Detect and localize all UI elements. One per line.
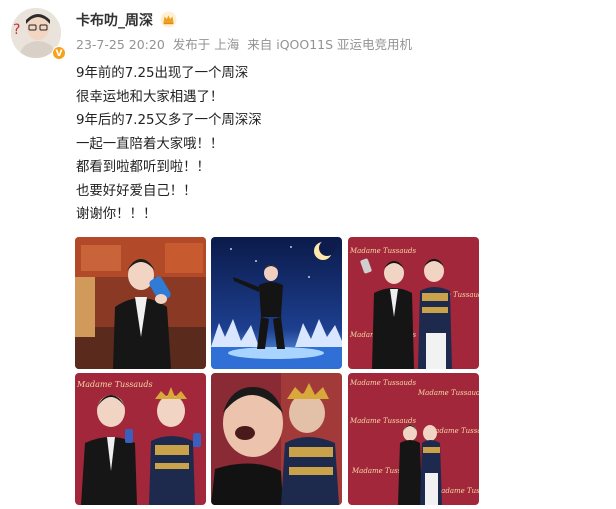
svg-text:Madame Tussauds: Madame Tussauds [349,417,417,425]
svg-text:Madame Tussauds: Madame Tussauds [349,379,417,387]
username-link[interactable]: 卡布叻_周深 [76,10,153,30]
post-location: 发布于 上海 [172,37,240,52]
svg-text:Madame Tussauds: Madame Tussauds [349,247,417,255]
post-source: 来自 iQOO11S 亚运电竞用机 [247,37,413,52]
svg-text:Madame Tussauds: Madame Tussauds [76,380,153,389]
post-text: 9年前的7.25出现了一个周深 很幸运地和大家相遇了！ 9年后的7.25又多了一… [76,62,262,227]
post-text-line: 很幸运地和大家相遇了！ [76,89,224,105]
photo-1[interactable] [75,237,206,369]
post-text-line: 也要好好爱自己！！ [76,183,197,199]
photo-6[interactable]: Madame Tussauds Madame Tussauds Madame T… [348,373,479,505]
photo-5[interactable] [211,373,342,505]
post-text-line: 一起一直陪着大家哦！！ [76,136,224,152]
photo-2[interactable] [211,237,342,369]
post-text-line: 9年前的7.25出现了一个周深 [76,66,249,81]
post-meta: 23-7-25 20:20 发布于 上海 来自 iQOO11S 亚运电竞用机 [76,34,416,53]
svg-text:?: ? [13,22,20,38]
post-text-line: 都看到啦都听到啦！！ [76,160,210,175]
post-time-link[interactable]: 23-7-25 20:20 [76,37,165,52]
photo-4[interactable]: Madame Tussauds [75,373,206,505]
post-text-line: 谢谢你！！！ [76,207,157,222]
avatar[interactable]: ? V [11,8,67,60]
crown-badge-icon[interactable] [160,11,177,28]
verified-icon: V [52,46,66,60]
photo-3[interactable]: Madame Tussauds Madame Tussauds Madame T… [348,237,479,369]
svg-text:Madame Tussauds: Madame Tussauds [417,389,479,397]
post-text-line: 9年后的7.25又多了一个周深深 [76,113,262,128]
